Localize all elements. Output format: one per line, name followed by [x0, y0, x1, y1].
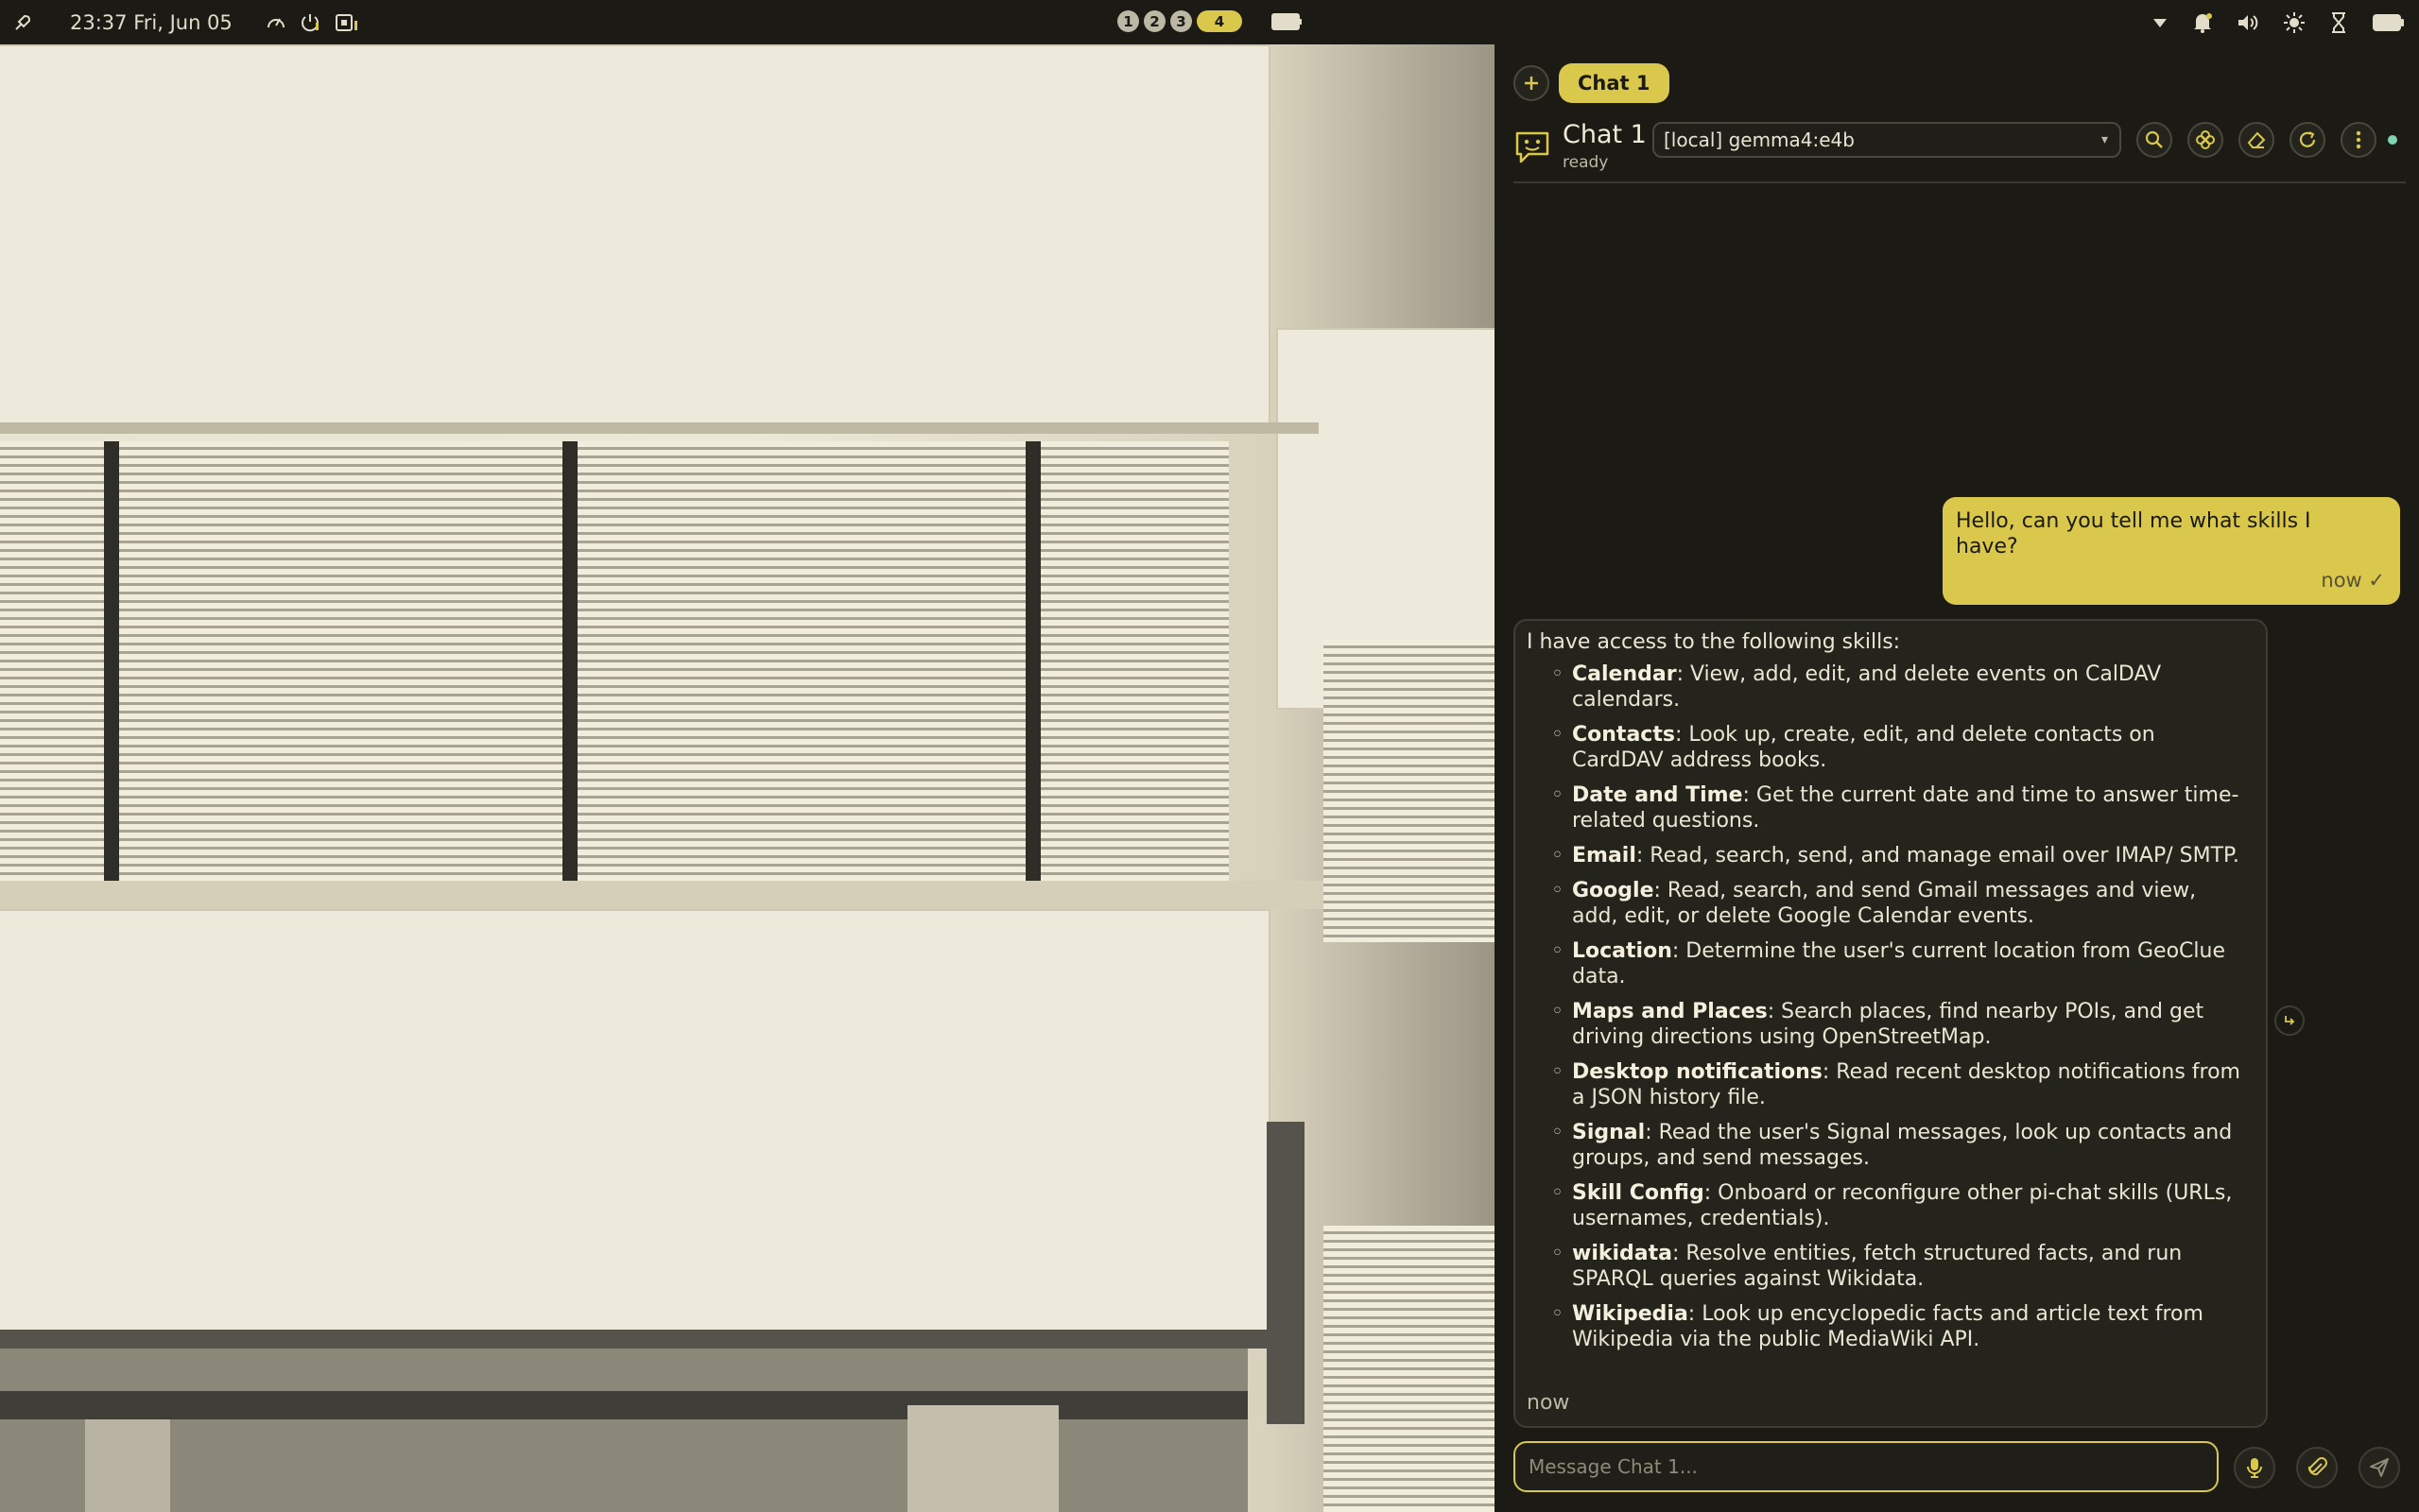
brightness-icon[interactable]	[2283, 11, 2306, 34]
paperclip-icon	[2307, 1457, 2327, 1476]
clear-chat-button[interactable]	[2238, 122, 2274, 158]
power-icon[interactable]	[299, 11, 321, 34]
more-menu-button[interactable]	[2341, 122, 2376, 158]
header-divider	[1513, 181, 2406, 183]
plus-icon	[1525, 77, 1538, 90]
top-bar-right	[2151, 0, 2406, 44]
cpu-icon[interactable]	[333, 11, 359, 34]
chat-bot-icon	[1515, 131, 1549, 163]
skill-name: Desktop notifications	[1572, 1060, 1823, 1084]
chat-panel: Chat 1 Chat 1 ready [local] gemma4:e4b ▾	[1495, 44, 2419, 1512]
chevron-down-icon[interactable]	[2151, 13, 2169, 32]
desktop-wallpaper	[0, 44, 1495, 1512]
list-item: Maps and Places: Search places, find nea…	[1551, 999, 2243, 1050]
reply-button[interactable]	[2274, 1005, 2305, 1036]
rocket-icon[interactable]	[13, 13, 32, 32]
user-message-text: Hello, can you tell me what skills I hav…	[1956, 509, 2311, 558]
chat-tabs: Chat 1	[1513, 63, 1669, 103]
list-item: Email: Read, search, send, and manage em…	[1551, 843, 2243, 868]
bell-icon[interactable]	[2192, 11, 2213, 34]
chat-title: Chat 1	[1563, 120, 1647, 149]
system-monitors	[265, 11, 359, 34]
gauge-icon[interactable]	[265, 11, 287, 34]
assistant-message-time: now	[1527, 1391, 1570, 1415]
search-icon	[2145, 130, 2163, 148]
clock[interactable]: 23:37 Fri, Jun 05	[70, 11, 233, 34]
skills-button[interactable]	[2187, 122, 2223, 158]
eraser-icon	[2247, 131, 2266, 148]
skills-list: Calendar: View, add, edit, and delete ev…	[1527, 662, 2255, 1352]
send-icon	[2370, 1458, 2389, 1477]
list-item: Contacts: Look up, create, edit, and del…	[1551, 722, 2243, 773]
skill-desc: : Read, search, and send Gmail messages …	[1572, 879, 2197, 928]
hourglass-icon[interactable]	[2328, 11, 2349, 34]
microphone-icon	[2247, 1458, 2262, 1478]
assistant-message: I have access to the following skills: C…	[1513, 619, 2268, 1428]
skill-name: Email	[1572, 844, 1636, 868]
skill-desc: : Read, search, send, and manage email o…	[1635, 844, 2239, 868]
list-item: Calendar: View, add, edit, and delete ev…	[1551, 662, 2243, 713]
send-button[interactable]	[2359, 1447, 2400, 1488]
skill-name: Maps and Places	[1572, 1000, 1768, 1023]
skill-name: Wikipedia	[1572, 1302, 1688, 1326]
workspace-3[interactable]: 3	[1170, 10, 1192, 32]
list-item: Wikipedia: Look up encyclopedic facts an…	[1551, 1301, 2243, 1352]
skill-name: Signal	[1572, 1121, 1646, 1144]
voice-input-button[interactable]	[2234, 1447, 2275, 1488]
list-item: Location: Determine the user's current l…	[1551, 938, 2243, 989]
skill-name: Contacts	[1572, 723, 1675, 747]
new-chat-button[interactable]	[1513, 65, 1549, 101]
flower-icon	[2196, 130, 2215, 149]
volume-icon[interactable]	[2236, 11, 2260, 34]
workspace-4-active[interactable]: 4	[1197, 10, 1242, 32]
list-item: Skill Config: Onboard or reconfigure oth…	[1551, 1180, 2243, 1231]
skill-name: Date and Time	[1572, 783, 1743, 807]
list-item: Signal: Read the user's Signal messages,…	[1551, 1120, 2243, 1171]
reply-arrow-icon	[2285, 1016, 2295, 1025]
assistant-intro: I have access to the following skills:	[1527, 630, 1901, 654]
user-message: Hello, can you tell me what skills I hav…	[1943, 497, 2400, 605]
top-bar-left: 23:37 Fri, Jun 05	[13, 0, 359, 44]
list-item: Google: Read, search, and send Gmail mes…	[1551, 878, 2243, 929]
list-item: Date and Time: Get the current date and …	[1551, 782, 2243, 833]
online-status-dot	[2388, 135, 2397, 145]
workspace-2[interactable]: 2	[1144, 10, 1166, 32]
skill-name: Google	[1572, 879, 1654, 902]
chevron-down-icon: ▾	[2100, 132, 2108, 147]
skill-desc: : Read the user's Signal messages, look …	[1572, 1121, 2233, 1170]
workspace-switcher: 1 2 3 4	[1117, 10, 1242, 32]
chat-status: ready	[1563, 153, 1609, 172]
window-icon[interactable]	[1270, 11, 1303, 32]
search-button[interactable]	[2136, 122, 2172, 158]
skill-name: Skill Config	[1572, 1181, 1704, 1205]
list-item: wikidata: Resolve entities, fetch struct…	[1551, 1241, 2243, 1292]
skill-name: Calendar	[1572, 662, 1677, 686]
user-message-time: now ✓	[2321, 569, 2385, 592]
top-bar: 23:37 Fri, Jun 05 1 2 3 4	[0, 0, 2419, 44]
refresh-icon	[2299, 131, 2316, 147]
model-select[interactable]: [local] gemma4:e4b ▾	[1652, 122, 2121, 158]
model-select-value: [local] gemma4:e4b	[1664, 129, 1855, 151]
refresh-button[interactable]	[2289, 122, 2325, 158]
message-input[interactable]	[1513, 1441, 2219, 1492]
skill-name: wikidata	[1572, 1242, 1672, 1265]
message-composer	[1513, 1441, 2406, 1494]
chat-header: Chat 1 ready [local] gemma4:e4b ▾	[1513, 120, 2406, 188]
header-actions	[2136, 122, 2397, 158]
tab-chat-1[interactable]: Chat 1	[1559, 63, 1669, 103]
list-item: Desktop notifications: Read recent deskt…	[1551, 1059, 2243, 1110]
more-vertical-icon	[2356, 130, 2361, 149]
battery-icon[interactable]	[2372, 12, 2406, 33]
attach-button[interactable]	[2296, 1447, 2338, 1488]
skill-name: Location	[1572, 939, 1672, 963]
workspace-1[interactable]: 1	[1117, 10, 1139, 32]
